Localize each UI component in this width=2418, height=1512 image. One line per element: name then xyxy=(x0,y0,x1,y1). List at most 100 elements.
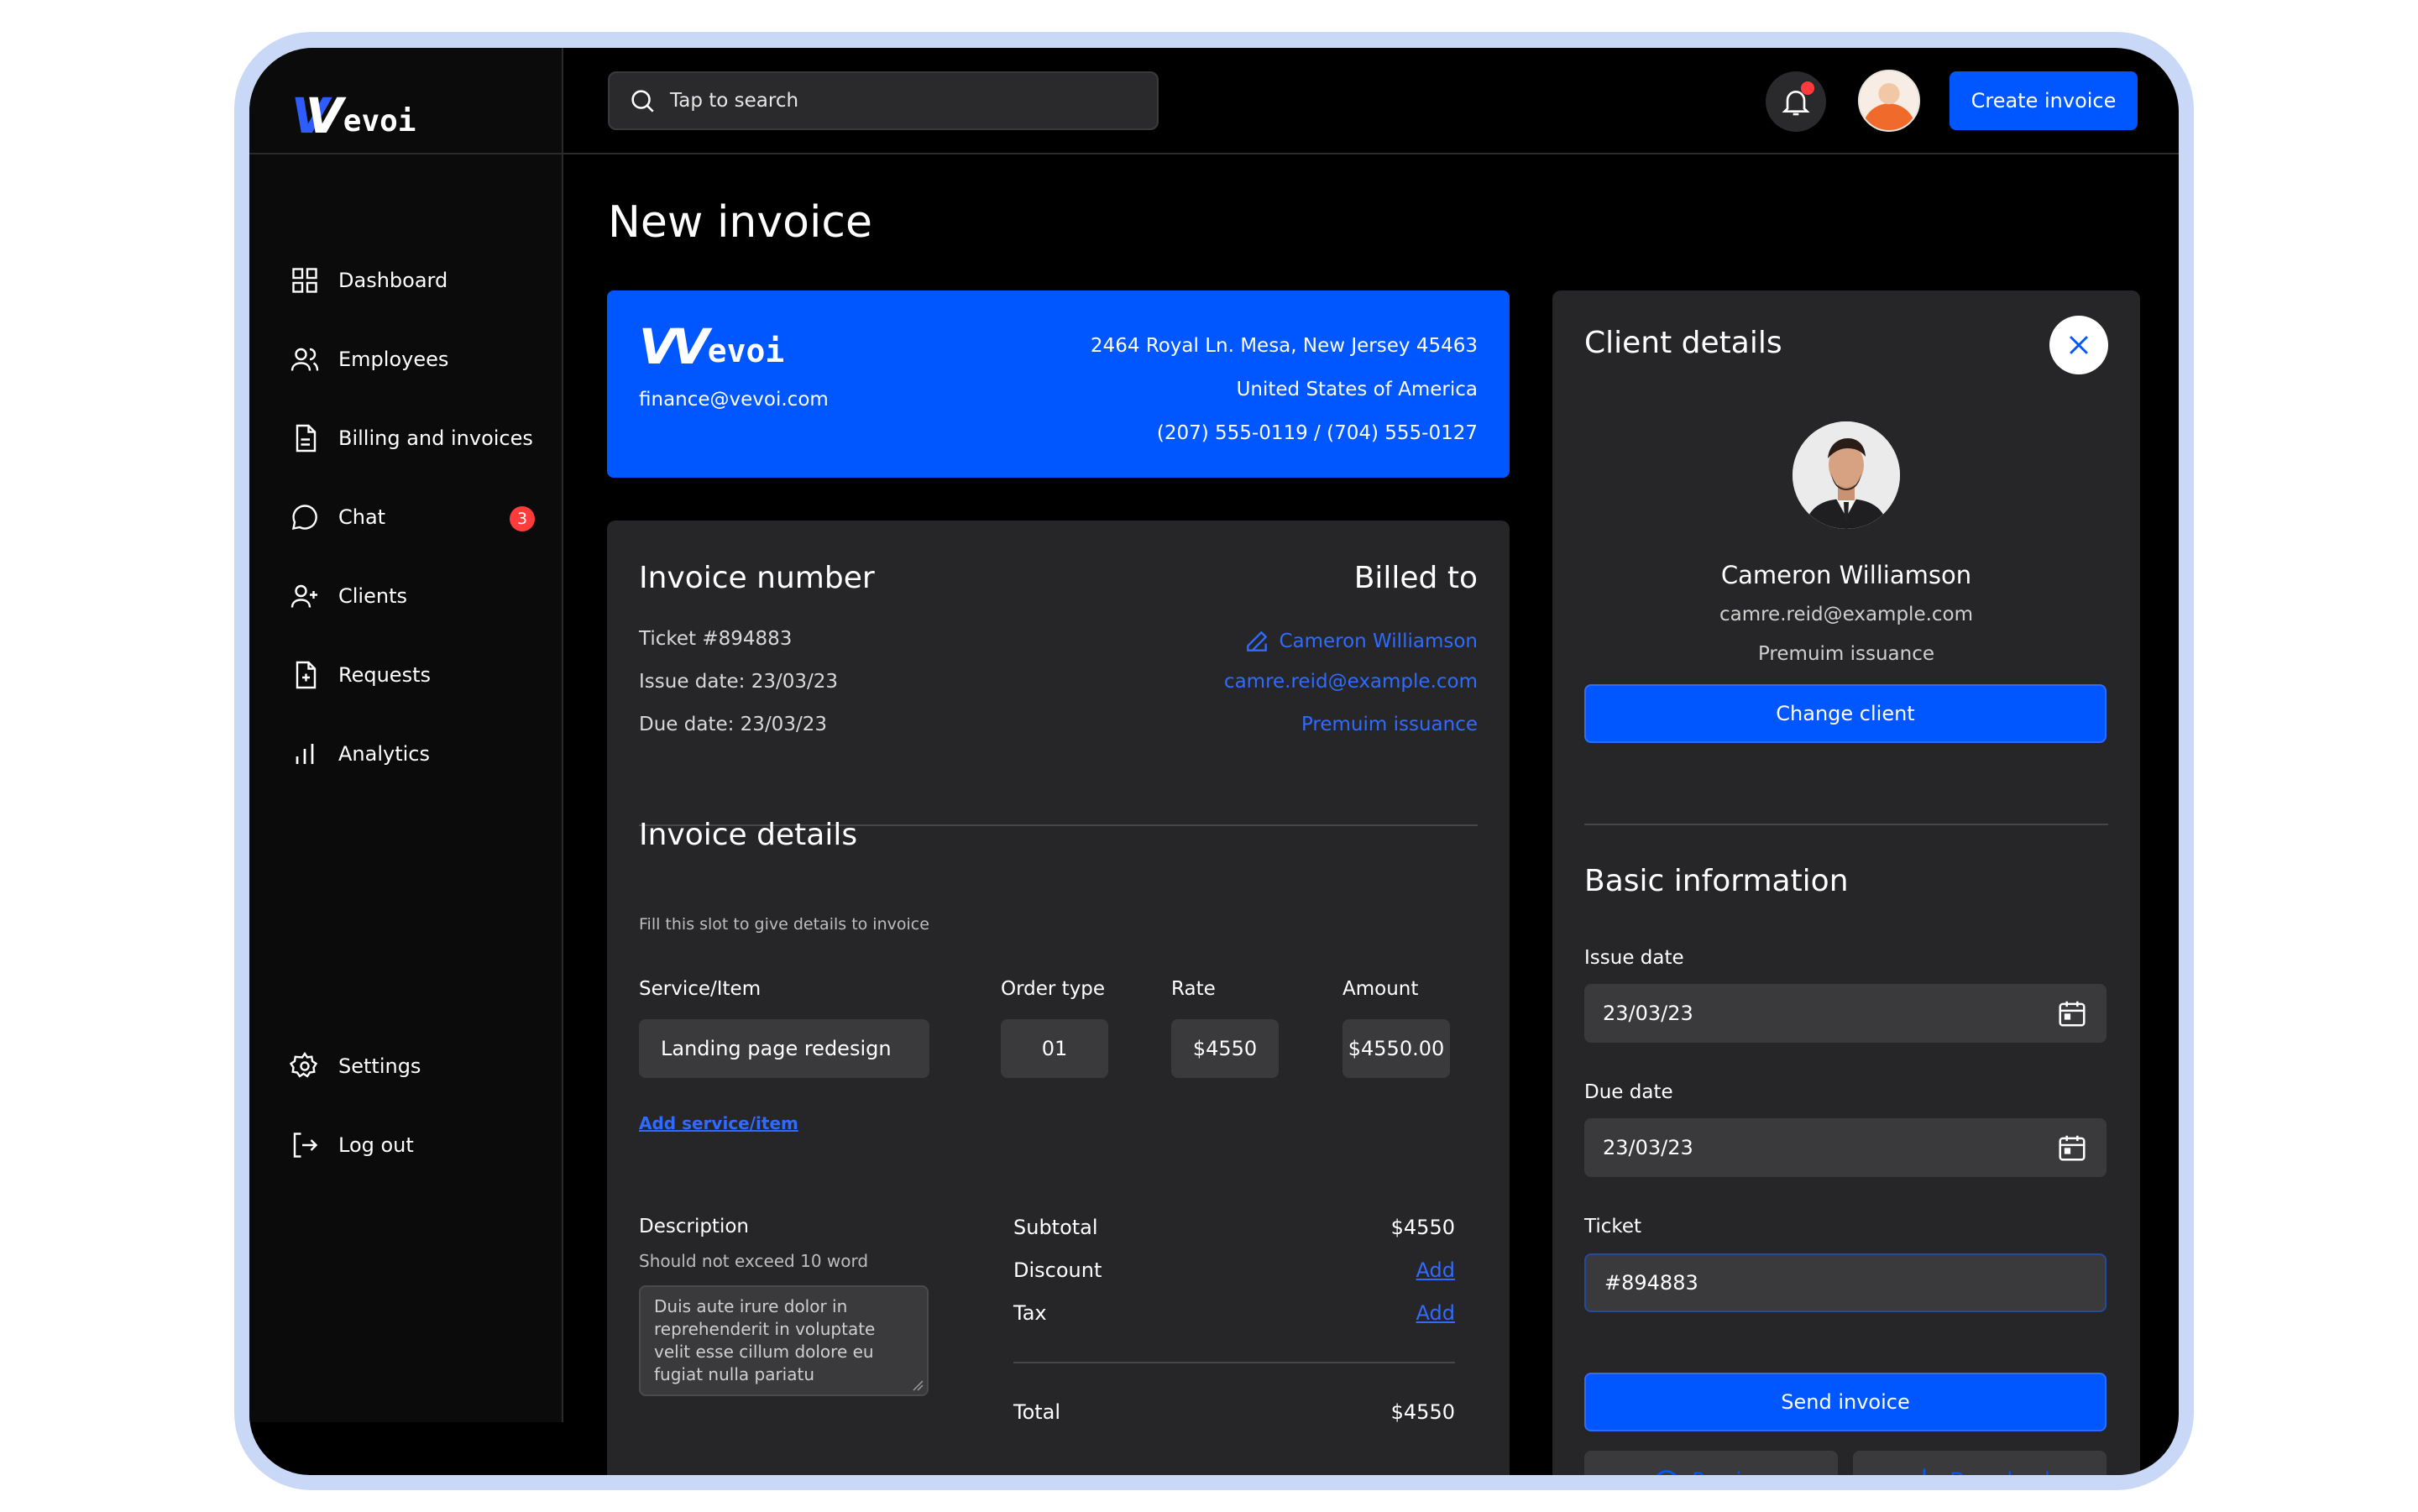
company-phones: (207) 555-0119 / (704) 555-0127 xyxy=(1156,422,1478,444)
sidebar-item-logout[interactable]: Log out xyxy=(290,1106,542,1185)
billed-name-text: Cameron Williamson xyxy=(1279,630,1478,652)
file-plus-icon xyxy=(296,661,317,689)
sidebar-item-label: Employees xyxy=(338,348,449,371)
download-button[interactable]: Download xyxy=(1853,1451,2107,1475)
logo-text: evoi xyxy=(707,332,785,369)
user-plus-icon xyxy=(290,584,317,608)
issue-date-input[interactable]: 23/03/23 xyxy=(1584,984,2107,1043)
rate-input[interactable]: $4550 xyxy=(1171,1019,1279,1078)
notifications-button[interactable] xyxy=(1766,71,1826,132)
total-row: Total $4550 xyxy=(1013,1400,1455,1424)
edit-icon[interactable] xyxy=(1243,628,1270,655)
chat-badge: 3 xyxy=(510,506,535,531)
discount-row: Discount Add xyxy=(1013,1258,1455,1282)
issue-date-value: 23/03/23 xyxy=(1603,1002,1693,1025)
person-photo-icon xyxy=(1793,421,1900,529)
send-invoice-button[interactable]: Send invoice xyxy=(1584,1373,2107,1431)
due-date-value: 23/03/23 xyxy=(1603,1136,1693,1159)
search-placeholder: Tap to search xyxy=(670,90,799,112)
client-plan: Premuim issuance xyxy=(1757,643,1935,665)
discount-label: Discount xyxy=(1013,1258,1102,1282)
address-line1: 2464 Royal Ln. Mesa, New Jersey 45463 xyxy=(1090,335,1478,357)
logo-text: evoi xyxy=(343,104,416,139)
bar-chart-icon xyxy=(296,744,314,764)
change-client-button[interactable]: Change client xyxy=(1584,684,2107,743)
gear-icon xyxy=(290,1051,318,1078)
add-discount-link[interactable]: Add xyxy=(1416,1258,1455,1282)
ticket-value: #894883 xyxy=(1604,1271,1698,1295)
description-textarea[interactable]: Duis aute irure dolor in reprehenderit i… xyxy=(639,1285,929,1396)
create-invoice-button[interactable]: Create invoice xyxy=(1950,71,2138,130)
add-tax-link[interactable]: Add xyxy=(1416,1301,1455,1325)
description-text: Duis aute irure dolor in reprehenderit i… xyxy=(654,1296,876,1384)
sidebar-item-label: Clients xyxy=(338,584,407,608)
sidebar-bottom-nav: Settings Log out xyxy=(290,1027,542,1185)
company-logo: VV evoi xyxy=(639,322,784,371)
company-card: VV evoi finance@vevoi.com 2464 Royal Ln.… xyxy=(607,290,1510,478)
billed-plan[interactable]: Premuim issuance xyxy=(1301,714,1478,735)
sidebar-item-label: Settings xyxy=(338,1054,421,1078)
company-email: finance@vevoi.com xyxy=(639,389,829,411)
due-date-label: Due date xyxy=(1584,1081,1673,1103)
client-details-heading: Client details xyxy=(1584,326,1782,360)
users-icon xyxy=(290,348,319,371)
calendar-icon[interactable] xyxy=(2056,997,2088,1029)
grid-icon xyxy=(292,268,317,293)
invoice-number-heading: Invoice number xyxy=(639,561,875,595)
calendar-icon[interactable] xyxy=(2056,1132,2088,1164)
due-date: Due date: 23/03/23 xyxy=(639,714,827,735)
column-rate: Rate xyxy=(1171,978,1216,1000)
client-name: Cameron Williamson xyxy=(1720,561,1972,589)
user-avatar[interactable] xyxy=(1858,70,1920,132)
ticket-label: Ticket xyxy=(1584,1216,1642,1237)
billed-name[interactable]: Cameron Williamson xyxy=(1243,628,1478,655)
issue-date: Issue date: 23/03/23 xyxy=(639,671,839,693)
document-icon xyxy=(296,424,317,453)
ticket-input[interactable]: #894883 xyxy=(1584,1253,2107,1312)
client-email: camre.reid@example.com xyxy=(1719,604,1974,625)
sidebar-item-label: Log out xyxy=(338,1133,414,1157)
brand-logo[interactable]: VV evoi xyxy=(291,73,416,140)
sidebar-divider xyxy=(249,153,562,154)
sidebar-item-analytics[interactable]: Analytics xyxy=(290,714,542,793)
sidebar-item-settings[interactable]: Settings xyxy=(290,1027,542,1106)
service-item-input[interactable]: Landing page redesign xyxy=(639,1019,929,1078)
ticket-number: Ticket #894883 xyxy=(639,628,793,650)
sidebar-item-employees[interactable]: Employees xyxy=(290,320,542,399)
search-input[interactable]: Tap to search xyxy=(608,71,1159,130)
eye-icon xyxy=(1656,1470,1677,1475)
sidebar-item-billing[interactable]: Billing and invoices xyxy=(290,399,542,478)
sidebar-item-label: Dashboard xyxy=(338,269,448,292)
download-label: Download xyxy=(1950,1468,2049,1475)
resize-handle-icon[interactable] xyxy=(912,1379,924,1391)
subtotal-value: $4550 xyxy=(1390,1216,1455,1239)
basic-info-heading: Basic information xyxy=(1584,864,1849,898)
billed-email[interactable]: camre.reid@example.com xyxy=(1224,671,1478,693)
sidebar-item-dashboard[interactable]: Dashboard xyxy=(290,241,542,320)
column-order-type: Order type xyxy=(1001,978,1106,1000)
subtotal-label: Subtotal xyxy=(1013,1216,1098,1239)
total-label: Total xyxy=(1013,1400,1061,1424)
preview-button[interactable]: Preview xyxy=(1584,1451,1838,1475)
logo-mark: VV xyxy=(291,87,343,144)
close-button[interactable] xyxy=(2049,316,2108,374)
sidebar-item-clients[interactable]: Clients xyxy=(290,557,542,636)
tax-label: Tax xyxy=(1013,1301,1047,1325)
header-divider xyxy=(563,153,2179,154)
company-address: 2464 Royal Ln. Mesa, New Jersey 45463 Un… xyxy=(1091,324,1478,455)
chat-icon xyxy=(291,505,317,531)
order-type-input[interactable]: 01 xyxy=(1001,1019,1108,1078)
sidebar-item-chat[interactable]: Chat 3 xyxy=(290,478,542,557)
add-service-link[interactable]: Add service/item xyxy=(639,1113,798,1133)
sidebar-item-label: Analytics xyxy=(338,742,430,766)
address-line2: United States of America xyxy=(1236,379,1478,400)
subtotal-row: Subtotal $4550 xyxy=(1013,1216,1455,1239)
sidebar: VV evoi Dashboard Employees Billing and … xyxy=(249,48,563,1422)
page-title: New invoice xyxy=(608,197,872,248)
invoice-details-hint: Fill this slot to give details to invoic… xyxy=(639,915,929,934)
billed-to-heading: Billed to xyxy=(1353,561,1478,595)
sidebar-item-requests[interactable]: Requests xyxy=(290,636,542,714)
due-date-input[interactable]: 23/03/23 xyxy=(1584,1118,2107,1177)
logout-icon xyxy=(293,1133,318,1158)
close-icon xyxy=(2070,336,2088,354)
